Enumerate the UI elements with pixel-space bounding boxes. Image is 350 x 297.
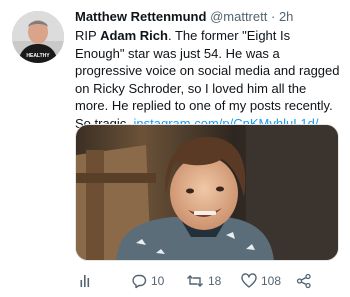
tweet-actions: 10 18 108 bbox=[75, 268, 339, 294]
retweet-count: 18 bbox=[208, 274, 222, 288]
share-icon bbox=[296, 273, 312, 289]
separator-dot: · bbox=[270, 9, 276, 24]
tweet-text: RIP Adam Rich. The former "Eight Is Enou… bbox=[75, 27, 341, 132]
tweet-content: Matthew Rettenmund @mattrett · 2h RIP Ad… bbox=[75, 8, 341, 132]
author-handle[interactable]: @mattrett bbox=[210, 9, 267, 24]
avatar[interactable]: HEALTHY bbox=[12, 11, 64, 63]
analytics-icon bbox=[79, 274, 93, 288]
reply-count: 10 bbox=[151, 274, 165, 288]
like-icon bbox=[241, 273, 257, 289]
svg-text:HEALTHY: HEALTHY bbox=[26, 53, 50, 59]
retweet-icon bbox=[186, 273, 204, 289]
tweet-media-photo[interactable] bbox=[75, 124, 339, 261]
retweet-button[interactable]: 18 bbox=[186, 268, 221, 294]
reply-button[interactable]: 10 bbox=[131, 268, 164, 294]
like-button[interactable]: 108 bbox=[241, 268, 281, 294]
avatar-image: HEALTHY bbox=[12, 11, 64, 63]
tweet-text-part: RIP bbox=[75, 28, 101, 43]
reply-icon bbox=[131, 273, 147, 289]
child-photo bbox=[76, 125, 338, 260]
tweet-header: Matthew Rettenmund @mattrett · 2h bbox=[75, 8, 341, 25]
author-name[interactable]: Matthew Rettenmund bbox=[75, 9, 206, 24]
tweet[interactable]: HEALTHY Matthew Rettenmund @mattrett · 2… bbox=[0, 0, 350, 297]
timestamp[interactable]: 2h bbox=[279, 9, 293, 24]
share-button[interactable] bbox=[296, 268, 312, 294]
analytics-button[interactable] bbox=[79, 268, 93, 294]
mentioned-name: Adam Rich bbox=[100, 28, 168, 43]
like-count: 108 bbox=[261, 274, 282, 288]
